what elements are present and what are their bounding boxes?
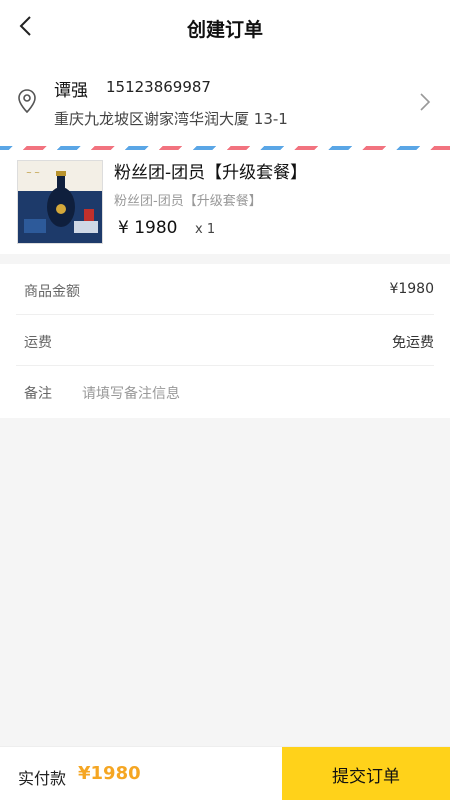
product-image: ~ ~ <box>17 160 103 244</box>
recipient-name: 谭强 <box>54 81 88 101</box>
remark-row[interactable]: 备注 请填写备注信息 <box>16 366 434 417</box>
product-subtitle: 粉丝团-团员【升级套餐】 <box>114 194 262 209</box>
chevron-right-icon <box>420 93 431 111</box>
address-card[interactable]: 谭强 15123869987 重庆九龙坡区谢家湾华润大厦 13-1 <box>0 56 450 150</box>
goods-total-label: 商品金额 <box>24 284 80 300</box>
goods-total-row: 商品金额 ¥1980 <box>16 264 434 315</box>
shipping-row: 运费 免运费 <box>16 315 434 366</box>
shipping-label: 运费 <box>24 335 52 351</box>
page-title: 创建订单 <box>186 18 263 41</box>
back-button[interactable] <box>12 12 40 40</box>
product-title: 粉丝团-团员【升级套餐】 <box>114 163 308 183</box>
checkout-bar: 实付款 ¥1980 提交订单 <box>0 746 450 800</box>
pay-label: 实付款 <box>18 769 67 788</box>
svg-text:~ ~: ~ ~ <box>26 169 40 177</box>
submit-order-button[interactable]: 提交订单 <box>282 747 450 800</box>
product-quantity: x 1 <box>195 222 216 237</box>
shipping-value: 免运费 <box>392 335 434 351</box>
product-item: ~ ~ 粉丝团-团员【升级套餐】 粉丝团-团员【升级套餐】 ¥ 1980 x 1 <box>0 150 450 254</box>
remark-label: 备注 <box>24 386 52 402</box>
chevron-left-icon <box>19 16 31 36</box>
pay-amount: ¥1980 <box>78 763 141 784</box>
nav-header: 创建订单 <box>0 0 450 56</box>
address-detail: 重庆九龙坡区谢家湾华润大厦 13-1 <box>54 110 288 128</box>
goods-total-value: ¥1980 <box>389 281 434 297</box>
order-summary: 商品金额 ¥1980 运费 免运费 备注 请填写备注信息 <box>0 264 450 418</box>
location-pin-icon <box>18 89 36 114</box>
product-price: ¥ 1980 <box>118 218 178 238</box>
remark-input[interactable]: 请填写备注信息 <box>82 383 180 403</box>
recipient-phone: 15123869987 <box>106 78 211 96</box>
